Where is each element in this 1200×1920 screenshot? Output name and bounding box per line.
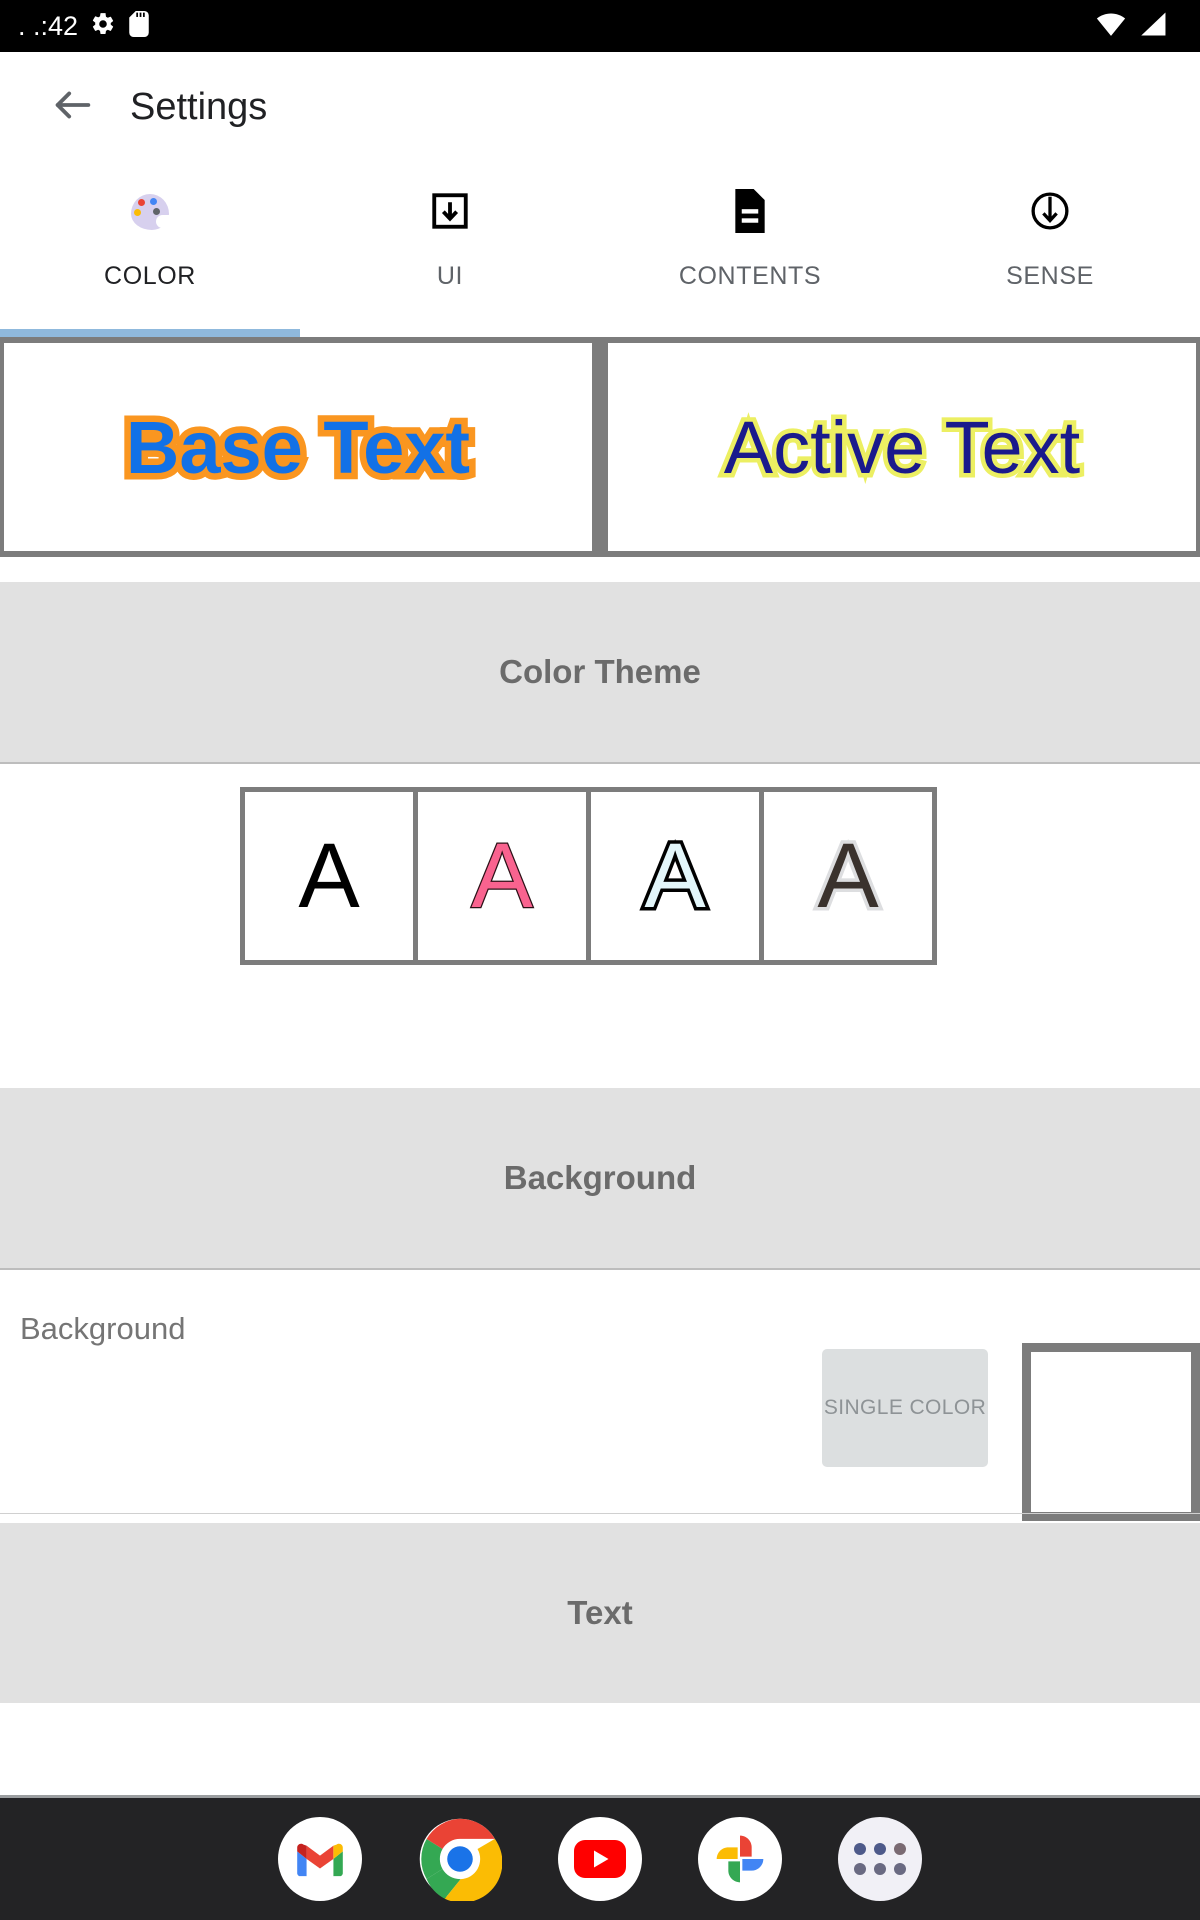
palette-icon bbox=[129, 184, 171, 238]
chrome-icon[interactable] bbox=[418, 1817, 502, 1901]
theme-swatch-0[interactable]: A bbox=[245, 792, 413, 960]
tab-bar: COLOR UI CONTENTS SENSE bbox=[0, 162, 1200, 337]
drawer-dot bbox=[894, 1863, 906, 1875]
back-arrow-icon bbox=[50, 82, 96, 133]
color-theme-swatch-strip: A A A A bbox=[240, 787, 937, 965]
page-title: Settings bbox=[130, 85, 268, 128]
theme-glyph-1: A bbox=[470, 825, 534, 927]
divider-background-top bbox=[0, 1268, 1200, 1270]
background-setting-row: Background SINGLE COLOR bbox=[0, 1285, 1200, 1521]
section-header-color-theme: Color Theme bbox=[0, 582, 1200, 762]
section-header-text: Text bbox=[0, 1523, 1200, 1703]
tab-active-indicator bbox=[0, 329, 300, 337]
drawer-dot bbox=[854, 1843, 866, 1855]
section-title-text: Text bbox=[567, 1594, 633, 1631]
background-color-swatch[interactable] bbox=[1022, 1343, 1200, 1521]
active-text-preview[interactable]: Active Text bbox=[608, 343, 1196, 551]
divider-color-theme bbox=[0, 762, 1200, 764]
base-text-sample: Base Text bbox=[119, 399, 476, 495]
status-bar: . .:42 bbox=[0, 0, 1200, 52]
gear-icon bbox=[90, 11, 116, 42]
section-title-color-theme: Color Theme bbox=[499, 653, 701, 690]
gmail-icon[interactable] bbox=[278, 1817, 362, 1901]
sd-card-icon bbox=[128, 10, 150, 42]
wifi-icon bbox=[1096, 11, 1126, 42]
youtube-icon[interactable] bbox=[558, 1817, 642, 1901]
active-text-sample: Active Text bbox=[719, 401, 1084, 493]
theme-swatch-2[interactable]: A bbox=[591, 792, 759, 960]
base-text-preview[interactable]: Base Text bbox=[4, 343, 592, 551]
theme-glyph-2: A bbox=[641, 825, 709, 927]
app-bar: Settings bbox=[0, 52, 1200, 162]
tab-color[interactable]: COLOR bbox=[0, 162, 300, 337]
tab-sense[interactable]: SENSE bbox=[900, 162, 1200, 337]
drawer-dot bbox=[854, 1863, 866, 1875]
app-drawer-icon[interactable] bbox=[838, 1817, 922, 1901]
circle-down-arrow-icon bbox=[1028, 184, 1072, 238]
theme-swatch-3[interactable]: A bbox=[764, 792, 932, 960]
import-box-icon bbox=[429, 184, 471, 238]
divider-background-bottom bbox=[0, 1513, 1200, 1514]
status-bar-right bbox=[1096, 11, 1182, 42]
tab-ui-label: UI bbox=[436, 262, 464, 290]
tab-sense-label: SENSE bbox=[1006, 262, 1094, 290]
tab-color-label: COLOR bbox=[104, 262, 196, 290]
theme-glyph-0: A bbox=[298, 825, 360, 927]
tab-contents-label: CONTENTS bbox=[678, 262, 822, 290]
theme-glyph-3: A bbox=[814, 825, 882, 927]
photos-icon[interactable] bbox=[698, 1817, 782, 1901]
section-header-background: Background bbox=[0, 1088, 1200, 1268]
screen-root: . .:42 Settings COLOR UI CONTENTS SENSE … bbox=[0, 0, 1200, 1920]
single-color-button-label: SINGLE COLOR bbox=[823, 1396, 987, 1419]
cell-signal-icon bbox=[1140, 11, 1168, 42]
drawer-dot bbox=[874, 1843, 886, 1855]
background-row-label: Background bbox=[20, 1311, 186, 1346]
bottom-dock bbox=[0, 1795, 1200, 1920]
single-color-button[interactable]: SINGLE COLOR bbox=[822, 1349, 988, 1467]
tab-contents[interactable]: CONTENTS bbox=[600, 162, 900, 337]
color-theme-swatch-area: A A A A bbox=[0, 775, 1200, 1055]
drawer-dot bbox=[894, 1843, 906, 1855]
back-button[interactable] bbox=[42, 76, 104, 138]
tab-ui[interactable]: UI bbox=[300, 162, 600, 337]
theme-swatch-1[interactable]: A bbox=[418, 792, 586, 960]
document-icon bbox=[730, 184, 770, 238]
status-clock: . .:42 bbox=[18, 10, 79, 41]
status-bar-left: . .:42 bbox=[18, 10, 150, 42]
section-title-background: Background bbox=[503, 1159, 697, 1196]
preview-row: Base Text Active Text bbox=[0, 337, 1200, 557]
drawer-dot bbox=[874, 1863, 886, 1875]
